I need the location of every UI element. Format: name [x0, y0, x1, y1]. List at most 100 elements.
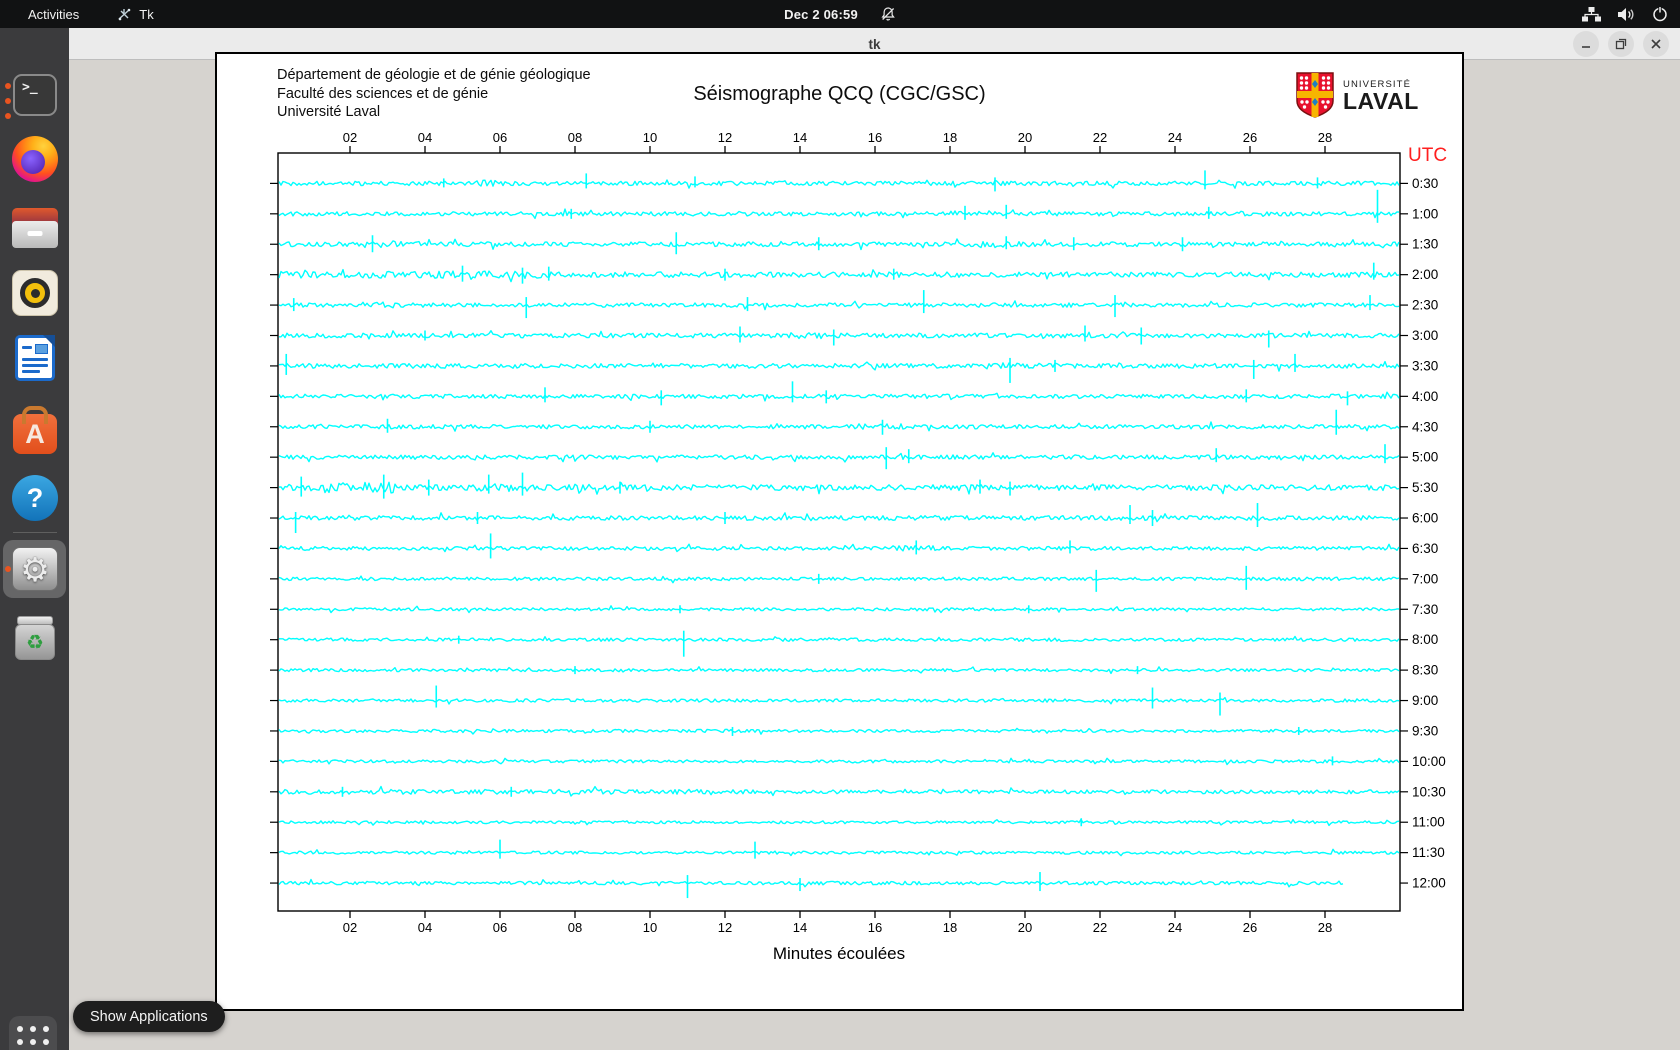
utc-time-label: 9:30	[1412, 723, 1438, 738]
dock-item-ubuntu-software[interactable]: A	[11, 410, 59, 458]
x-tick-label-top: 26	[1243, 130, 1257, 145]
utc-time-label: 7:30	[1412, 602, 1438, 617]
x-tick-label-top: 12	[718, 130, 732, 145]
x-tick-label-bottom: 28	[1318, 920, 1332, 935]
seismogram-trace	[279, 513, 1399, 522]
seismogram-trace	[279, 482, 1399, 494]
utc-time-label: 0:30	[1412, 176, 1438, 191]
seismogram-trace	[279, 362, 1399, 372]
dock-item-libreoffice-writer[interactable]	[11, 334, 59, 382]
seismogram-trace	[279, 180, 1399, 188]
seismogram-trace	[279, 819, 1399, 825]
power-icon	[1652, 6, 1668, 22]
utc-time-label: 6:00	[1412, 511, 1438, 526]
tk-window: tk Département d	[69, 28, 1680, 1050]
x-tick-label-bottom: 08	[568, 920, 582, 935]
gear-icon: ⚙	[12, 547, 58, 591]
seismogram-trace	[279, 787, 1399, 797]
seismogram-trace	[279, 606, 1399, 613]
activities-button[interactable]: Activities	[24, 0, 83, 28]
utc-time-label: 10:00	[1412, 754, 1446, 769]
x-tick-label-bottom: 12	[718, 920, 732, 935]
dock-divider	[13, 532, 57, 533]
dock-item-terminal[interactable]: >_	[11, 71, 59, 119]
utc-time-label: 8:00	[1412, 632, 1438, 647]
seismogram-trace	[279, 849, 1399, 855]
x-tick-label-bottom: 26	[1243, 920, 1257, 935]
utc-time-label: 5:30	[1412, 480, 1438, 495]
x-tick-label-bottom: 04	[418, 920, 432, 935]
x-tick-label-top: 04	[418, 130, 432, 145]
x-tick-label-top: 22	[1093, 130, 1107, 145]
clock-label: Dec 2 06:59	[784, 7, 858, 22]
x-tick-label-top: 24	[1168, 130, 1182, 145]
utc-time-label: 12:00	[1412, 876, 1446, 891]
utc-time-label: 9:00	[1412, 693, 1438, 708]
utc-label: UTC	[1408, 145, 1447, 166]
seismogram-trace	[279, 239, 1399, 250]
utc-time-label: 4:00	[1412, 389, 1438, 404]
dock-item-files[interactable]	[11, 204, 59, 252]
system-status-area[interactable]	[1582, 0, 1668, 28]
volume-icon	[1618, 7, 1635, 22]
utc-time-label: 5:00	[1412, 450, 1438, 465]
utc-time-label: 7:00	[1412, 571, 1438, 586]
seismogram-trace	[279, 667, 1399, 674]
libreoffice-writer-icon	[15, 335, 55, 381]
dock-item-help[interactable]: ?	[11, 474, 59, 522]
seismogram-trace	[279, 576, 1399, 583]
dock-item-firefox[interactable]	[11, 135, 59, 183]
seismogram-trace	[279, 422, 1399, 431]
maximize-button[interactable]	[1608, 31, 1634, 57]
dock-item-rhythmbox[interactable]	[11, 269, 59, 317]
seismograph-canvas: Département de géologie et de génie géol…	[215, 52, 1464, 1011]
seismogram-trace	[279, 209, 1399, 218]
x-tick-label-top: 14	[793, 130, 807, 145]
ubuntu-software-icon: A	[13, 414, 57, 454]
seismogram-trace	[279, 392, 1399, 401]
help-icon: ?	[12, 475, 58, 521]
notifications-muted-icon	[880, 6, 896, 22]
rhythmbox-icon	[12, 270, 58, 316]
x-tick-label-bottom: 10	[643, 920, 657, 935]
x-tick-label-bottom: 14	[793, 920, 807, 935]
x-tick-label-top: 28	[1318, 130, 1332, 145]
network-icon	[1582, 7, 1601, 22]
seismogram-trace	[279, 728, 1399, 734]
utc-time-label: 3:00	[1412, 328, 1438, 343]
x-tick-label-bottom: 18	[943, 920, 957, 935]
close-button[interactable]	[1643, 31, 1669, 57]
show-applications-button[interactable]	[9, 1018, 57, 1050]
seismogram-trace	[279, 544, 1399, 551]
top-bar: Activities Tk Dec 2 06:59	[0, 0, 1680, 28]
utc-time-label: 6:30	[1412, 541, 1438, 556]
x-tick-label-top: 06	[493, 130, 507, 145]
x-tick-label-bottom: 24	[1168, 920, 1182, 935]
dock: >_ A ?	[0, 28, 69, 1050]
desktop: Activities Tk Dec 2 06:59	[0, 0, 1680, 1050]
utc-time-label: 4:30	[1412, 419, 1438, 434]
dock-item-settings[interactable]: ⚙	[11, 545, 59, 593]
trash-icon: ♻	[13, 616, 57, 660]
x-tick-label-bottom: 06	[493, 920, 507, 935]
x-tick-label-top: 18	[943, 130, 957, 145]
x-tick-label-top: 20	[1018, 130, 1032, 145]
seismogram-trace	[279, 331, 1399, 339]
minimize-button[interactable]	[1573, 31, 1599, 57]
tk-app-icon	[117, 7, 132, 22]
utc-time-label: 8:30	[1412, 663, 1438, 678]
utc-time-label: 2:30	[1412, 298, 1438, 313]
utc-time-label: 1:30	[1412, 237, 1438, 252]
clock-menu[interactable]: Dec 2 06:59	[784, 0, 896, 28]
utc-time-label: 1:00	[1412, 206, 1438, 221]
dock-item-trash[interactable]: ♻	[11, 614, 59, 662]
close-icon	[1650, 38, 1662, 50]
x-tick-label-bottom: 20	[1018, 920, 1032, 935]
x-tick-label-top: 08	[568, 130, 582, 145]
focused-app-indicator[interactable]: Tk	[117, 7, 153, 22]
seismogram-trace	[279, 270, 1399, 282]
utc-time-label: 11:30	[1412, 845, 1445, 860]
maximize-icon	[1615, 38, 1627, 50]
x-axis-title: Minutes écoulées	[773, 944, 905, 963]
seismogram-trace	[279, 880, 1343, 887]
